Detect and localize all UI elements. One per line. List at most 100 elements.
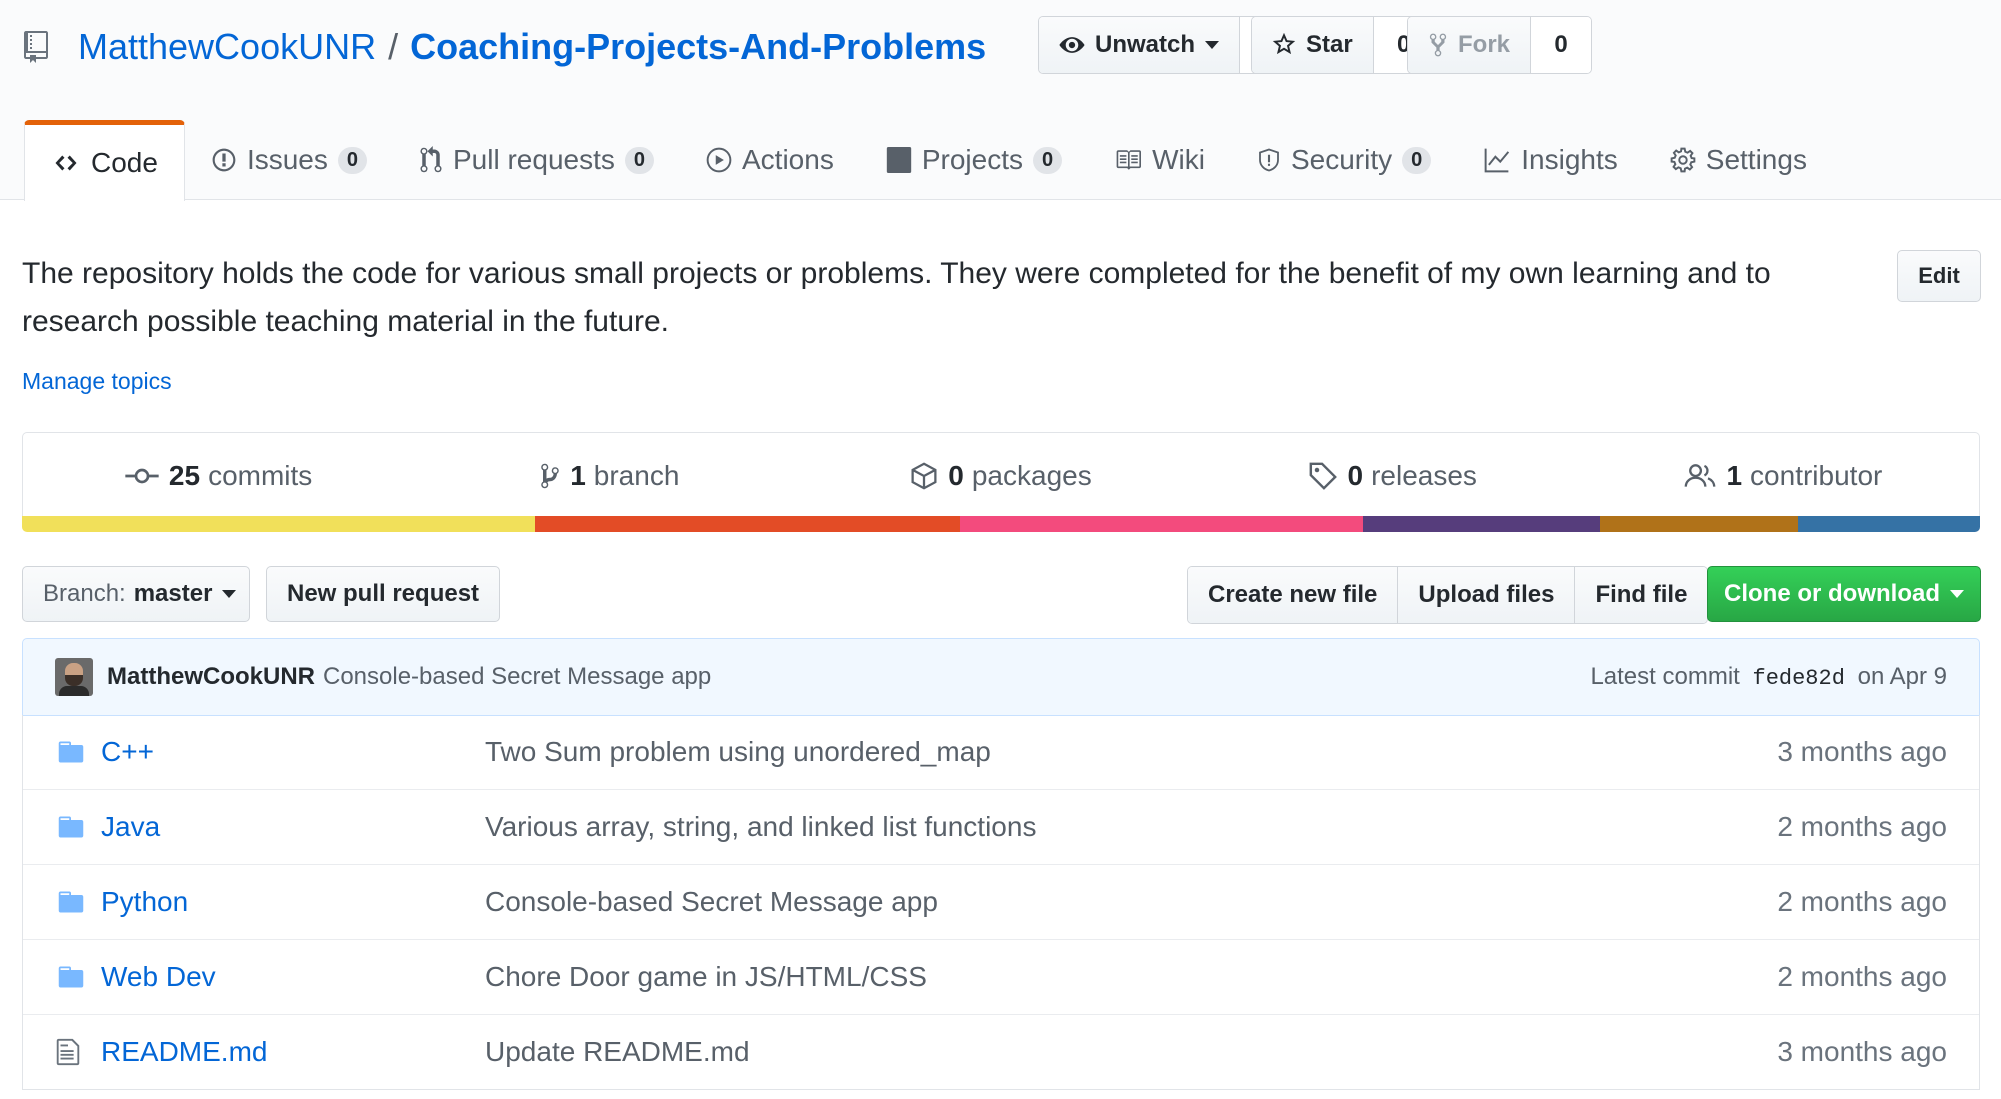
commit-date: on Apr 9 [1857, 663, 1947, 690]
releases-summary[interactable]: 0 releases [1197, 433, 1588, 518]
tab-insights-label: Insights [1521, 144, 1618, 175]
tab-insights[interactable]: Insights [1457, 120, 1644, 200]
commit-sha-link[interactable]: fede82d [1753, 666, 1845, 691]
tab-projects-count: 0 [1032, 146, 1063, 174]
language-segment [1600, 516, 1798, 532]
tab-actions-label: Actions [742, 144, 834, 175]
contributors-count: 1 [1726, 459, 1743, 491]
packages-label: packages [971, 459, 1092, 491]
unwatch-label: Unwatch [1095, 31, 1196, 58]
chevron-down-icon [1950, 590, 1964, 598]
contributors-label: contributor [1750, 459, 1883, 491]
table-row: README.md Update README.md 3 months ago [23, 1014, 1979, 1089]
tab-projects-label: Projects [921, 144, 1023, 175]
repo-owner-link[interactable]: MatthewCookUNR [78, 26, 376, 68]
contributors-summary[interactable]: 1 contributor [1588, 433, 1979, 518]
repo-name-link[interactable]: Coaching-Projects-And-Problems [410, 26, 986, 68]
code-icon [55, 155, 77, 171]
file-age: 2 months ago [1777, 886, 1947, 917]
table-row: Java Various array, string, and linked l… [23, 789, 1979, 864]
chevron-down-icon [222, 590, 237, 598]
create-new-file-button[interactable]: Create new file [1188, 567, 1398, 623]
file-age: 2 months ago [1777, 961, 1947, 992]
package-icon [911, 461, 937, 490]
project-icon [886, 147, 912, 173]
language-segment [534, 516, 960, 532]
upload-files-button[interactable]: Upload files [1397, 567, 1575, 623]
tab-settings-label: Settings [1705, 144, 1807, 175]
language-segment [22, 516, 535, 532]
latest-commit-prefix: Latest commit [1590, 663, 1740, 690]
tab-security-count: 0 [1402, 146, 1432, 174]
branches-label: branch [593, 459, 680, 491]
latest-commit-info: Latest commit fede82d on Apr 9 [1590, 663, 1947, 691]
issue-icon [212, 148, 236, 172]
star-icon [1272, 33, 1296, 55]
language-segment [959, 516, 1364, 532]
chevron-down-icon [1205, 41, 1220, 49]
file-commit-message[interactable]: Two Sum problem using unordered_map [485, 736, 1777, 768]
commits-summary[interactable]: 25 commits [23, 433, 414, 518]
forks-count[interactable]: 0 [1530, 17, 1592, 73]
manage-topics-link[interactable]: Manage topics [22, 368, 172, 395]
file-name-link[interactable]: Python [101, 886, 485, 918]
tab-projects[interactable]: Projects 0 [860, 120, 1088, 200]
repo-description: The repository holds the code for variou… [22, 257, 1771, 338]
language-bar[interactable] [22, 516, 1980, 532]
tab-issues[interactable]: Issues 0 [185, 120, 393, 200]
clone-or-download-button[interactable]: Clone or download [1707, 566, 1981, 622]
file-list: C++ Two Sum problem using unordered_map … [22, 715, 1980, 1090]
commits-count: 25 [168, 459, 201, 491]
fork-button[interactable]: Fork [1408, 17, 1531, 73]
graph-icon [1484, 148, 1510, 173]
fork-label: Fork [1458, 31, 1511, 58]
folder-icon [55, 963, 89, 991]
branches-summary[interactable]: 1 branch [414, 433, 805, 518]
file-age: 2 months ago [1777, 811, 1947, 842]
file-icon [55, 1037, 89, 1067]
tab-security-label: Security [1290, 144, 1393, 175]
file-name-link[interactable]: C++ [101, 736, 485, 768]
tab-issues-count: 0 [337, 146, 367, 174]
tab-actions[interactable]: Actions [680, 120, 860, 200]
commit-message-link[interactable]: Console-based Secret Message app [323, 663, 711, 691]
commit-author-link[interactable]: MatthewCookUNR [107, 663, 315, 691]
file-name-link[interactable]: Java [101, 811, 485, 843]
gear-icon [1670, 147, 1696, 173]
tab-security[interactable]: Security 0 [1231, 120, 1457, 200]
eye-icon [1059, 37, 1085, 53]
file-name-link[interactable]: README.md [101, 1036, 485, 1068]
tab-code[interactable]: Code [24, 120, 185, 201]
file-actions-group: Create new file Upload files Find file [1187, 566, 1709, 624]
find-file-button[interactable]: Find file [1574, 567, 1708, 623]
clone-label: Clone or download [1724, 580, 1940, 607]
pull-request-icon [420, 146, 442, 173]
tab-settings[interactable]: Settings [1644, 120, 1833, 200]
shield-icon [1259, 148, 1279, 172]
folder-icon [55, 813, 89, 841]
language-segment [1797, 516, 1980, 532]
edit-description-button[interactable]: Edit [1897, 250, 1981, 302]
folder-icon [55, 888, 89, 916]
packages-summary[interactable]: 0 packages [805, 433, 1196, 518]
file-commit-message[interactable]: Update README.md [485, 1036, 1777, 1068]
releases-label: releases [1371, 459, 1477, 491]
avatar[interactable] [55, 658, 93, 696]
new-pull-request-button[interactable]: New pull request [266, 566, 501, 622]
tab-pull-requests[interactable]: Pull requests 0 [393, 120, 680, 200]
branch-select-label: Branch: [43, 580, 126, 607]
branch-select-button[interactable]: Branch: master [22, 566, 250, 622]
book-icon [1116, 150, 1142, 170]
file-commit-message[interactable]: Various array, string, and linked list f… [485, 811, 1777, 843]
file-commit-message[interactable]: Console-based Secret Message app [485, 886, 1777, 918]
unwatch-button[interactable]: Unwatch [1039, 17, 1240, 73]
file-commit-message[interactable]: Chore Door game in JS/HTML/CSS [485, 961, 1777, 993]
latest-commit-bar: MatthewCookUNR Console-based Secret Mess… [22, 638, 1980, 716]
repo-nav-tabs: Code Issues 0 Pull requests 0 Actions Pr… [24, 120, 1833, 201]
tab-wiki[interactable]: Wiki [1088, 120, 1231, 200]
file-name-link[interactable]: Web Dev [101, 961, 485, 993]
star-button[interactable]: Star [1252, 17, 1373, 73]
play-icon [706, 147, 732, 173]
commit-icon [125, 468, 159, 483]
star-label: Star [1306, 31, 1353, 58]
